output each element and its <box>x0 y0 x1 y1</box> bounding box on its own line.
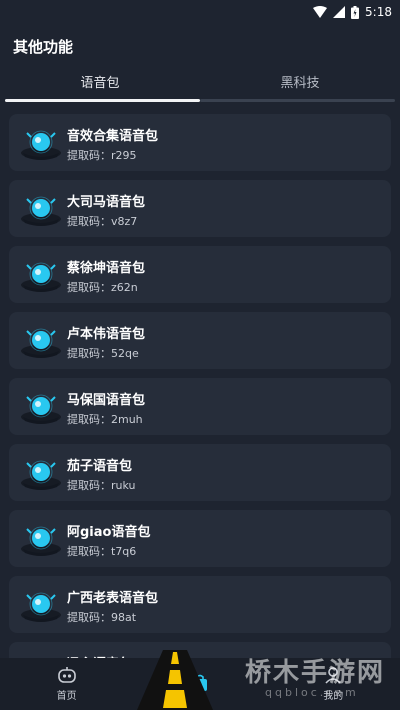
voice-pack-card[interactable]: 阿giao语音包 提取码：t7q6 <box>9 510 391 567</box>
code-label: 提取码： <box>67 347 111 360</box>
code-value: 98at <box>111 611 137 624</box>
voice-pack-card[interactable]: 音效合集语音包 提取码：r295 <box>9 114 391 171</box>
speaker-bird-icon <box>17 519 69 559</box>
voice-pack-code: 提取码：v8z7 <box>67 213 137 229</box>
speaker-bird-icon <box>17 585 69 625</box>
voice-pack-code: 提取码：r295 <box>67 147 137 163</box>
voice-pack-title: 马保国语音包 <box>67 393 146 408</box>
code-label: 提取码： <box>67 479 111 492</box>
voice-pack-code: 提取码：2muh <box>67 411 143 427</box>
code-label: 提取码： <box>67 611 111 624</box>
code-label: 提取码： <box>67 545 111 558</box>
speaker-bird-icon <box>17 123 69 163</box>
tab-bar: 语音包 黑科技 <box>0 66 400 104</box>
speaker-bird-icon <box>17 255 69 295</box>
voice-pack-title: 卢本伟语音包 <box>67 327 146 342</box>
code-value: 2muh <box>111 413 143 426</box>
nav-mine-label: 我的 <box>323 691 344 702</box>
nav-home[interactable]: 首页 <box>0 658 133 710</box>
speaker-bird-icon <box>17 321 69 361</box>
tab-indicator <box>5 99 200 102</box>
bag-icon <box>192 674 207 691</box>
code-value: z62n <box>111 281 138 294</box>
voice-pack-card[interactable]: 卢本伟语音包 提取码：52qe <box>9 312 391 369</box>
voice-pack-title: 大司马语音包 <box>67 195 146 210</box>
tab-track <box>200 99 395 102</box>
voice-pack-card[interactable]: 马保国语音包 提取码：2muh <box>9 378 391 435</box>
status-time: 5:18 <box>365 5 392 19</box>
voice-pack-card[interactable]: 蔡徐坤语音包 提取码：z62n <box>9 246 391 303</box>
voice-pack-code: 提取码：98at <box>67 609 136 625</box>
nav-mine[interactable]: 我的 <box>267 658 400 710</box>
user-icon <box>325 667 341 684</box>
voice-pack-code: 提取码：t7q6 <box>67 543 136 559</box>
voice-pack-title: 蔡徐坤语音包 <box>67 261 146 276</box>
code-value: v8z7 <box>111 215 138 228</box>
voice-pack-code: 提取码：52qe <box>67 345 139 361</box>
code-label: 提取码： <box>67 281 111 294</box>
speaker-bird-icon <box>17 453 69 493</box>
voice-pack-title: 茄子语音包 <box>67 459 133 474</box>
voice-pack-card[interactable]: 大司马语音包 提取码：v8z7 <box>9 180 391 237</box>
code-label: 提取码： <box>67 215 111 228</box>
signal-icon <box>333 6 346 18</box>
voice-pack-card[interactable]: 广西老表语音包 提取码：98at <box>9 576 391 633</box>
voice-pack-code: 提取码：ruku <box>67 477 136 493</box>
code-label: 提取码： <box>67 413 111 426</box>
code-value: r295 <box>111 149 137 162</box>
voice-pack-list: 音效合集语音包 提取码：r295 大司马语音包 提取码：v8z7 蔡徐坤语音包 提取码：z… <box>0 106 400 658</box>
bottom-nav: 首页 我的 <box>0 658 400 710</box>
speaker-bird-icon <box>17 651 69 658</box>
code-label: 提取码： <box>67 149 111 162</box>
voice-pack-card[interactable]: 茄子语音包提取码：ruku <box>9 444 391 501</box>
nav-home-label: 首页 <box>56 691 77 702</box>
voice-pack-card[interactable]: 冯主语音包提取码： <box>9 642 391 658</box>
status-bar: 5:18 <box>0 0 400 24</box>
nav-middle[interactable] <box>133 658 266 710</box>
code-value: 52qe <box>111 347 139 360</box>
voice-pack-title: 音效合集语音包 <box>67 129 159 144</box>
battery-icon <box>351 5 360 19</box>
page-title: 其他功能 <box>13 38 74 56</box>
voice-pack-code: 提取码：z62n <box>67 279 138 295</box>
code-value: t7q6 <box>111 545 137 558</box>
robot-icon <box>57 667 76 683</box>
code-value: ruku <box>111 479 136 492</box>
speaker-bird-icon <box>17 387 69 427</box>
speaker-bird-icon <box>17 189 69 229</box>
wifi-icon <box>313 6 328 18</box>
voice-pack-title: 广西老表语音包 <box>67 591 159 606</box>
voice-pack-title: 阿giao语音包 <box>67 525 151 540</box>
